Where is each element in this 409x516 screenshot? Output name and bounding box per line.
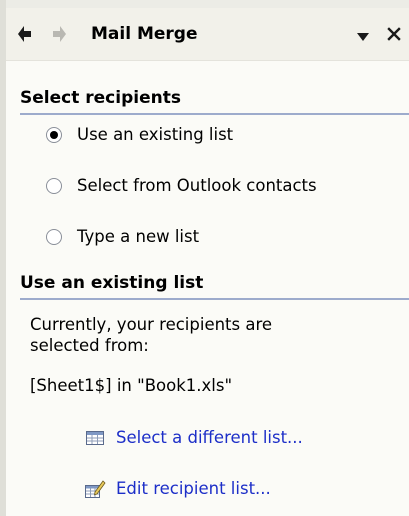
forward-arrow-icon[interactable]: [50, 23, 70, 45]
radio-button[interactable]: [46, 178, 62, 194]
radio-label: Select from Outlook contacts: [77, 176, 317, 195]
edit-recipient-list-link[interactable]: Edit recipient list...: [84, 476, 271, 502]
radio-button-checked[interactable]: [46, 127, 62, 143]
radio-label: Use an existing list: [77, 125, 234, 144]
edit-list-icon: [84, 478, 106, 500]
recipient-source: [Sheet1$] in "Book1.xls": [30, 376, 233, 395]
task-pane-title: Mail Merge: [91, 24, 198, 44]
dropdown-arrow-icon[interactable]: [356, 28, 370, 41]
mail-merge-task-pane: Mail Merge x Select recipients Use an ex…: [6, 8, 409, 516]
section-divider: [20, 298, 409, 300]
table-icon: [84, 427, 106, 449]
recipients-description-line1: Currently, your recipients are: [30, 315, 273, 334]
link-label[interactable]: Edit recipient list...: [116, 477, 271, 501]
radio-type-new-list[interactable]: Type a new list: [46, 225, 199, 249]
window-top-edge: [0, 0, 409, 8]
link-label[interactable]: Select a different list...: [116, 426, 303, 450]
select-recipients-heading: Select recipients: [20, 88, 181, 108]
back-arrow-icon[interactable]: [16, 23, 36, 45]
close-icon[interactable]: x: [386, 26, 402, 42]
recipients-description-line2: selected from:: [30, 336, 149, 355]
radio-select-outlook-contacts[interactable]: Select from Outlook contacts: [46, 174, 317, 198]
select-different-list-link[interactable]: Select a different list...: [84, 425, 303, 451]
radio-button[interactable]: [46, 229, 62, 245]
task-pane-title-bar: Mail Merge x: [6, 8, 409, 61]
section-divider: [20, 113, 409, 115]
radio-label: Type a new list: [77, 227, 200, 246]
radio-use-existing-list[interactable]: Use an existing list: [46, 123, 233, 147]
use-existing-list-heading: Use an existing list: [20, 273, 204, 293]
